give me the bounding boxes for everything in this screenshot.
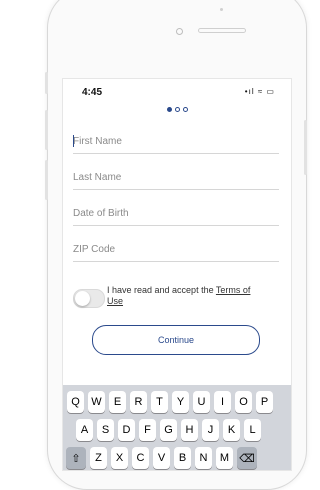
text-caret (73, 135, 74, 147)
key-o[interactable]: O (235, 391, 252, 413)
key-g[interactable]: G (160, 419, 177, 441)
dob-field[interactable] (73, 203, 279, 226)
key-j[interactable]: J (202, 419, 219, 441)
power-button (304, 120, 307, 175)
terms-label: I have read and accept the (107, 285, 214, 295)
key-v[interactable]: V (153, 447, 170, 469)
dob-input[interactable] (73, 204, 279, 223)
key-r[interactable]: R (130, 391, 147, 413)
key-e[interactable]: E (109, 391, 126, 413)
progress-dot-1 (167, 107, 172, 112)
mute-switch (45, 72, 48, 94)
key-u[interactable]: U (193, 391, 210, 413)
key-b[interactable]: B (174, 447, 191, 469)
key-c[interactable]: C (132, 447, 149, 469)
signal-wifi-battery-icon: •ıl ≈ ▭ (244, 87, 275, 96)
key-s[interactable]: S (97, 419, 114, 441)
key-w[interactable]: W (88, 391, 105, 413)
key-i[interactable]: I (214, 391, 231, 413)
last-name-field[interactable] (73, 167, 279, 190)
shift-icon[interactable]: ⇧ (66, 447, 86, 469)
key-f[interactable]: F (139, 419, 156, 441)
key-p[interactable]: P (256, 391, 273, 413)
zip-input[interactable] (73, 240, 279, 259)
key-h[interactable]: H (181, 419, 198, 441)
key-y[interactable]: Y (172, 391, 189, 413)
progress-dot-2 (175, 107, 180, 112)
progress-dot-3 (183, 107, 188, 112)
key-x[interactable]: X (111, 447, 128, 469)
key-t[interactable]: T (151, 391, 168, 413)
earpiece-speaker (198, 28, 246, 33)
key-l[interactable]: L (244, 419, 261, 441)
zip-field[interactable] (73, 239, 279, 262)
key-m[interactable]: M (216, 447, 233, 469)
keyboard-row-1: QWERTYUIOP (67, 391, 273, 413)
backspace-icon[interactable]: ⌫ (237, 447, 257, 469)
keyboard-row-3: ⇧ Z X C V B N M ⌫ (66, 447, 257, 469)
toggle-knob (75, 291, 90, 306)
front-camera (176, 28, 183, 35)
sensor (220, 8, 223, 11)
onscreen-keyboard: QWERTYUIOP ASDFGHJKL ⇧ Z X C V B N M ⌫ (63, 385, 291, 470)
last-name-input[interactable] (73, 168, 279, 187)
continue-button[interactable]: Continue (92, 325, 260, 355)
key-n[interactable]: N (195, 447, 212, 469)
keyboard-row-2: ASDFGHJKL (76, 419, 261, 441)
first-name-field[interactable] (73, 131, 279, 154)
key-q[interactable]: Q (67, 391, 84, 413)
terms-text: I have read and accept the Terms of Use (107, 285, 267, 307)
volume-up-button (45, 110, 48, 150)
key-z[interactable]: Z (90, 447, 107, 469)
terms-toggle[interactable] (73, 289, 105, 308)
status-bar: 4:45 •ıl ≈ ▭ (63, 79, 291, 103)
volume-down-button (45, 160, 48, 200)
app-screen: 4:45 •ıl ≈ ▭ I have read and accept the … (62, 78, 292, 471)
progress-dots (167, 107, 188, 112)
status-time: 4:45 (82, 87, 103, 98)
key-k[interactable]: K (223, 419, 240, 441)
key-a[interactable]: A (76, 419, 93, 441)
first-name-input[interactable] (73, 132, 279, 151)
key-d[interactable]: D (118, 419, 135, 441)
